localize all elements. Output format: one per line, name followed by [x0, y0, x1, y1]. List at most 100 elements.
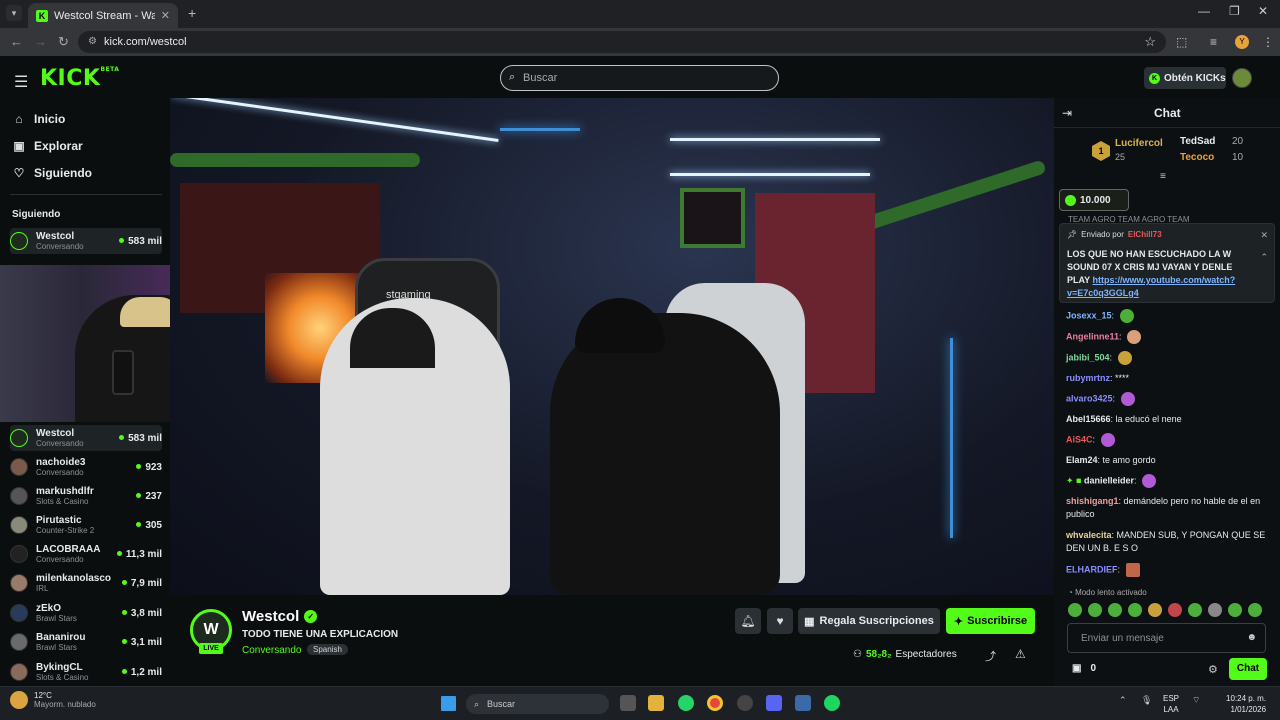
send-chat-button[interactable]: Chat — [1229, 658, 1267, 680]
reading-list-icon[interactable]: ≡ — [1210, 35, 1217, 49]
emote-icon[interactable] — [1128, 603, 1142, 617]
chat-username[interactable]: ELHARDIEF — [1066, 564, 1118, 574]
tray-chevron-icon[interactable]: ⌃ — [1119, 695, 1127, 706]
leader-name[interactable]: Lucifercol — [1115, 138, 1163, 149]
new-tab-icon[interactable]: + — [188, 5, 196, 21]
language-tag[interactable]: Spanish — [307, 644, 348, 655]
search-input[interactable]: ⌕ Buscar — [500, 65, 779, 91]
hamburger-menu-icon[interactable]: ☰ — [14, 72, 28, 92]
sidebar-item-siguiendo[interactable]: ♡ Siguiendo — [12, 166, 92, 180]
sidebar-item-explorar[interactable]: ▣ Explorar — [12, 139, 82, 153]
subscribe-button[interactable]: ✦ Suscribirse — [946, 608, 1035, 634]
emote-icon[interactable] — [1148, 603, 1162, 617]
chat-username[interactable]: Angelinne11 — [1066, 331, 1119, 341]
channel-category: Slots & Casino — [36, 497, 89, 506]
tab-search-button[interactable]: ▾ — [6, 5, 22, 21]
pinned-by-user[interactable]: ElChill73 — [1128, 230, 1162, 239]
channel-item-markushdlfr[interactable]: markushdlfr Slots & Casino 237 — [10, 483, 162, 509]
chat-username[interactable]: whvalecita — [1066, 530, 1112, 540]
emote-icon[interactable] — [1188, 603, 1202, 617]
pinned-link[interactable]: https://www.youtube.com/watch?v=E7c0q3GG… — [1067, 275, 1235, 298]
get-kicks-button[interactable]: K Obtén KICKs — [1144, 67, 1226, 89]
restore-icon[interactable]: ❐ — [1229, 4, 1240, 18]
close-window-icon[interactable]: ✕ — [1258, 4, 1268, 18]
channel-item-nachoide3[interactable]: nachoide3 Conversando 923 — [10, 454, 162, 480]
chat-username[interactable]: Elam24 — [1066, 455, 1098, 465]
channel-item-westcol[interactable]: Westcol Conversando 583 mil — [10, 228, 162, 254]
reload-icon[interactable]: ↻ — [58, 34, 69, 50]
chat-message-input[interactable]: Enviar un mensaje ☻ — [1067, 623, 1266, 653]
channel-item-lacobraaa[interactable]: LACOBRAAA Conversando 11,3 mil — [10, 541, 162, 567]
channel-title[interactable]: Westcol ✓ — [242, 608, 318, 625]
kick-logo[interactable]: KICKBETA — [40, 66, 119, 91]
follow-heart-button[interactable]: ♥ — [767, 608, 793, 634]
emote-icon[interactable] — [1168, 603, 1182, 617]
windows-start-icon[interactable] — [441, 696, 456, 711]
gift-subs-button[interactable]: ▦ Regala Suscripciones — [798, 608, 940, 634]
collapse-chat-icon[interactable]: ⇥ — [1062, 106, 1072, 120]
whatsapp-icon[interactable] — [678, 695, 694, 711]
forward-icon[interactable]: → — [34, 34, 47, 49]
report-icon[interactable]: ⚠ — [1015, 647, 1026, 661]
video-player[interactable]: stgaming — [170, 98, 1054, 595]
system-clock[interactable]: 10:24 p. m. 1/01/2026 — [1226, 693, 1266, 715]
browser-tab[interactable]: K Westcol Stream - Watch Li ✕ — [28, 3, 178, 28]
app-icon[interactable] — [737, 695, 753, 711]
emote-icon[interactable] — [1248, 603, 1262, 617]
chat-username[interactable]: Abel15666 — [1066, 414, 1111, 424]
task-view-icon[interactable] — [620, 695, 636, 711]
emote-icon[interactable] — [1088, 603, 1102, 617]
app-icon[interactable] — [795, 695, 811, 711]
taskbar-search[interactable]: ⌕ Buscar — [466, 694, 609, 714]
chat-leaderboard: 1 Lucifercol 25 TedSad 20 Tecoco 10 — [1092, 136, 1252, 172]
user-avatar[interactable] — [1232, 68, 1252, 88]
share-icon[interactable]: ⤴ — [985, 648, 996, 664]
input-language[interactable]: ESP LAA — [1163, 693, 1179, 715]
channel-item-zeko[interactable]: zEkO Brawl Stars 3,8 mil — [10, 600, 162, 626]
minimize-icon[interactable]: — — [1198, 4, 1210, 18]
expand-leaderboard-icon[interactable]: ≡ — [1160, 171, 1166, 182]
notification-bell-button[interactable]: 🔔︎ — [735, 608, 761, 634]
back-icon[interactable]: ← — [10, 34, 23, 49]
chat-username[interactable]: alvaro3425 — [1066, 393, 1113, 403]
chevron-up-icon[interactable]: ⌃ — [1260, 252, 1268, 263]
emote-icon[interactable] — [1108, 603, 1122, 617]
address-bar[interactable]: ⚙ kick.com/westcol ☆ — [78, 31, 1166, 53]
chrome-icon[interactable] — [707, 695, 723, 711]
close-tab-icon[interactable]: ✕ — [161, 9, 170, 22]
chat-username[interactable]: rubymrtnz — [1066, 373, 1110, 383]
channel-item-bykingcl[interactable]: BykingCL Slots & Casino 1,2 mil — [10, 659, 162, 685]
discord-icon[interactable] — [766, 695, 782, 711]
profile-avatar[interactable]: Y — [1235, 35, 1249, 49]
extensions-icon[interactable]: ⬚ — [1176, 35, 1187, 49]
chat-username[interactable]: Josexx_15 — [1066, 310, 1112, 320]
chat-username[interactable]: danielleider — [1084, 475, 1134, 485]
file-explorer-icon[interactable] — [648, 695, 664, 711]
stream-category-link[interactable]: Conversando — [242, 645, 301, 656]
bookmark-star-icon[interactable]: ☆ — [1144, 34, 1156, 50]
chat-username[interactable]: jabibi_504 — [1066, 352, 1110, 362]
channel-item-westcol[interactable]: Westcol Conversando 583 mil — [10, 425, 162, 451]
emote-icon[interactable] — [1068, 603, 1082, 617]
microphone-icon[interactable]: 🎙︎ — [1141, 695, 1152, 706]
chat-settings-gear-icon[interactable]: ⚙ — [1208, 663, 1218, 676]
emote-icon[interactable] — [1228, 603, 1242, 617]
chat-username[interactable]: AiS4C — [1066, 434, 1093, 444]
unpin-icon[interactable]: ✕ — [1260, 230, 1268, 241]
sidebar-item-inicio[interactable]: ⌂ Inicio — [12, 112, 65, 126]
browser-menu-icon[interactable]: ⋮ — [1262, 35, 1274, 49]
weather-widget[interactable]: 12°C Mayorm. nublado — [10, 691, 96, 709]
channel-points[interactable]: ▣ 0 — [1072, 663, 1096, 674]
site-info-icon[interactable]: ⚙ — [88, 36, 97, 47]
channel-item-milenkanolasco[interactable]: milenkanolasco IRL 7,9 mil — [10, 570, 162, 596]
channel-item-pirutastic[interactable]: Pirutastic Counter-Strike 2 305 — [10, 512, 162, 538]
leader-name[interactable]: Tecoco — [1180, 152, 1214, 163]
spotify-icon[interactable] — [824, 695, 840, 711]
network-icon[interactable]: ⌔ — [1192, 695, 1200, 706]
channel-item-bananirou[interactable]: Bananirou Brawl Stars 3,1 mil — [10, 629, 162, 655]
chat-username[interactable]: shishigang1 — [1066, 496, 1119, 506]
emote-icon[interactable] — [1208, 603, 1222, 617]
emoji-picker-icon[interactable]: ☻ — [1246, 632, 1257, 643]
leader-name[interactable]: TedSad — [1180, 136, 1215, 147]
kicks-gift-pill[interactable]: 10.000 — [1059, 189, 1129, 211]
